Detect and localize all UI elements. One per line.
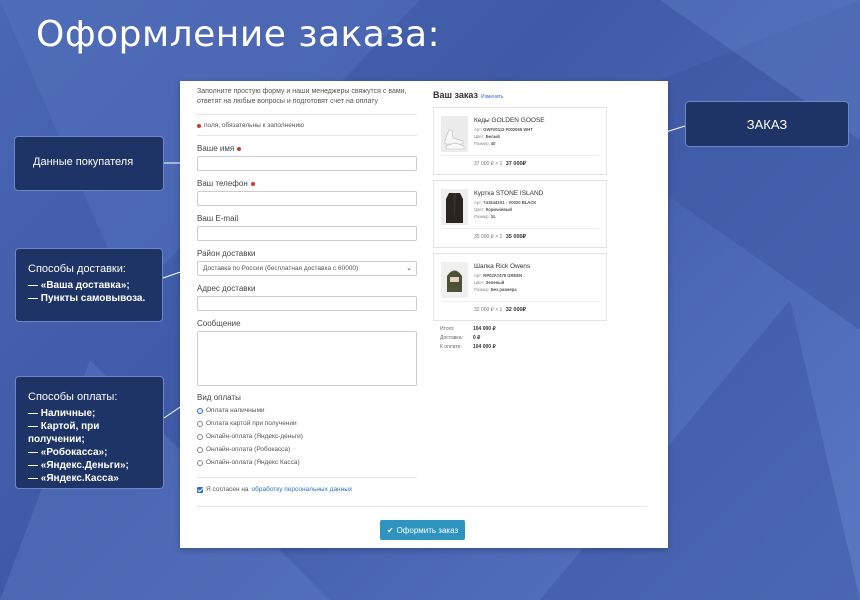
- connector-arrows: [162, 125, 686, 419]
